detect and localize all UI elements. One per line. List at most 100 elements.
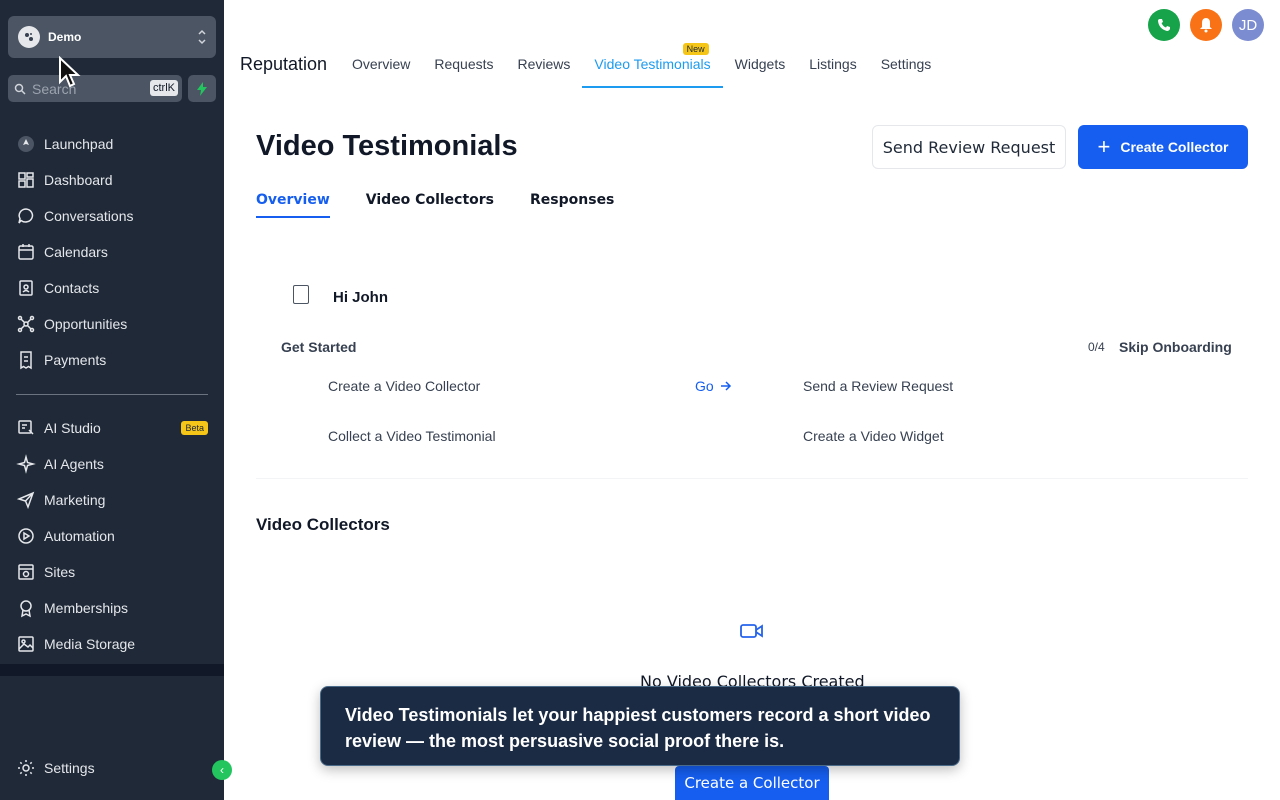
video-collectors-heading: Video Collectors — [256, 515, 390, 534]
sidebar-item-ai-studio[interactable]: AI Studio Beta — [0, 410, 224, 446]
user-avatar[interactable]: JD — [1232, 9, 1264, 41]
tab-listings[interactable]: Listings — [797, 48, 868, 88]
subtab-video-collectors[interactable]: Video Collectors — [366, 192, 494, 218]
mouse-cursor-icon — [59, 56, 81, 88]
sidebar-item-dashboard[interactable]: Dashboard — [0, 162, 224, 198]
skip-onboarding-button[interactable]: Skip Onboarding — [1119, 339, 1232, 355]
tab-settings[interactable]: Settings — [869, 48, 944, 88]
lightning-icon — [197, 81, 207, 96]
arrow-right-icon — [720, 381, 731, 391]
sidebar-item-payments[interactable]: Payments — [0, 342, 224, 378]
sidebar: Demo Search ctrlK Launchpad Dashboard Co… — [0, 0, 232, 800]
sidebar-item-conversations[interactable]: Conversations — [0, 198, 224, 234]
sidebar-item-label: Sites — [44, 564, 76, 580]
task-create-video-widget[interactable]: Create a Video Widget — [803, 428, 944, 444]
sidebar-search[interactable]: Search ctrlK — [8, 75, 182, 102]
page-title: Video Testimonials — [256, 130, 518, 162]
sidebar-nav-primary: Launchpad Dashboard Conversations Calend… — [0, 126, 224, 378]
sidebar-item-label: Calendars — [44, 244, 108, 260]
sidebar-item-label: Settings — [44, 760, 95, 776]
account-name: Demo — [48, 30, 82, 44]
section-divider — [256, 478, 1248, 479]
sidebar-item-label: Memberships — [44, 600, 129, 616]
sidebar-item-label: Media Storage — [44, 636, 136, 652]
receipt-icon — [20, 351, 32, 370]
sites-icon — [18, 564, 34, 580]
sidebar-item-label: Automation — [44, 528, 115, 544]
task-collect-video-testimonial[interactable]: Collect a Video Testimonial — [328, 428, 496, 444]
sidebar-item-ai-agents[interactable]: AI Agents — [0, 446, 224, 482]
sidebar-item-reputation[interactable] — [0, 664, 224, 676]
section-title: Reputation — [240, 54, 328, 74]
sidebar-item-opportunities[interactable]: Opportunities — [0, 306, 224, 342]
subtab-overview[interactable]: Overview — [256, 192, 330, 218]
contacts-icon — [19, 280, 33, 296]
sidebar-item-settings[interactable]: Settings — [0, 750, 224, 786]
quick-actions-button[interactable] — [188, 75, 216, 102]
sparkle-icon — [16, 454, 36, 474]
grid-icon — [18, 172, 34, 188]
tab-overview[interactable]: Overview — [340, 48, 422, 88]
account-logo-icon — [18, 26, 40, 48]
sidebar-item-label: Contacts — [44, 280, 100, 296]
network-icon — [17, 315, 35, 333]
tab-reviews[interactable]: Reviews — [506, 48, 583, 88]
go-label: Go — [695, 378, 714, 394]
collapse-sidebar-button[interactable]: ‹ — [212, 760, 232, 780]
chevron-left-icon: ‹ — [220, 763, 224, 777]
reputation-tabs: Overview Requests Reviews Video Testimon… — [340, 43, 944, 88]
create-a-collector-button[interactable]: Create a Collector — [675, 766, 829, 800]
image-icon — [18, 636, 34, 652]
tab-requests[interactable]: Requests — [422, 48, 505, 88]
search-icon — [14, 83, 26, 95]
get-started-label: Get Started — [281, 339, 357, 355]
new-badge: New — [682, 43, 709, 55]
tour-tooltip: Video Testimonials let your happiest cus… — [320, 686, 960, 766]
sidebar-item-label: Launchpad — [44, 136, 114, 152]
gear-icon — [18, 760, 34, 776]
sidebar-item-launchpad[interactable]: Launchpad — [0, 126, 224, 162]
send-review-request-button[interactable]: Send Review Request — [872, 125, 1066, 169]
sidebar-item-sites[interactable]: Sites — [0, 554, 224, 590]
sidebar-item-calendars[interactable]: Calendars — [0, 234, 224, 270]
chat-icon — [18, 208, 34, 224]
sidebar-item-label: AI Studio — [44, 420, 101, 436]
sidebar-item-memberships[interactable]: Memberships — [0, 590, 224, 626]
greeting: Hi John — [333, 289, 388, 306]
notifications-button[interactable] — [1190, 9, 1222, 41]
header-actions: JD — [1148, 9, 1264, 41]
tab-video-testimonials[interactable]: Video Testimonials New — [582, 43, 723, 88]
onboarding-progress: 0/4 — [1088, 340, 1105, 354]
video-testimonials-subtabs: Overview Video Collectors Responses — [256, 192, 614, 218]
task-send-review-request[interactable]: Send a Review Request — [803, 378, 953, 394]
plus-icon: + — [1097, 134, 1111, 159]
sidebar-item-marketing[interactable]: Marketing — [0, 482, 224, 518]
ai-studio-icon — [18, 420, 34, 435]
account-switcher[interactable]: Demo — [8, 16, 216, 58]
create-collector-button[interactable]: + Create Collector — [1078, 125, 1248, 169]
sidebar-settings: Settings — [0, 750, 224, 786]
beta-badge: Beta — [181, 421, 208, 435]
phone-button[interactable] — [1148, 9, 1180, 41]
bell-icon — [1200, 18, 1212, 33]
search-shortcut: ctrlK — [150, 80, 178, 96]
tab-widgets[interactable]: Widgets — [723, 48, 798, 88]
sidebar-nav-secondary: AI Studio Beta AI Agents Marketing Autom… — [0, 410, 224, 662]
go-button[interactable]: Go — [695, 378, 732, 394]
subtab-responses[interactable]: Responses — [530, 192, 614, 218]
create-collector-label: Create Collector — [1120, 139, 1229, 155]
sidebar-item-label: Conversations — [44, 208, 134, 224]
sidebar-item-label: Marketing — [44, 492, 106, 508]
sidebar-divider — [16, 394, 208, 395]
automation-icon — [18, 528, 34, 544]
sidebar-item-automation[interactable]: Automation — [0, 518, 224, 554]
rocket-icon — [18, 136, 34, 152]
chevron-updown-icon — [198, 29, 206, 45]
phone-icon — [1158, 19, 1170, 31]
memberships-icon — [20, 600, 32, 618]
sidebar-item-label: Dashboard — [44, 172, 113, 188]
sidebar-item-contacts[interactable]: Contacts — [0, 270, 224, 306]
task-create-video-collector[interactable]: Create a Video Collector — [328, 378, 480, 394]
sidebar-item-media-storage[interactable]: Media Storage — [0, 626, 224, 662]
video-camera-icon — [740, 624, 763, 638]
